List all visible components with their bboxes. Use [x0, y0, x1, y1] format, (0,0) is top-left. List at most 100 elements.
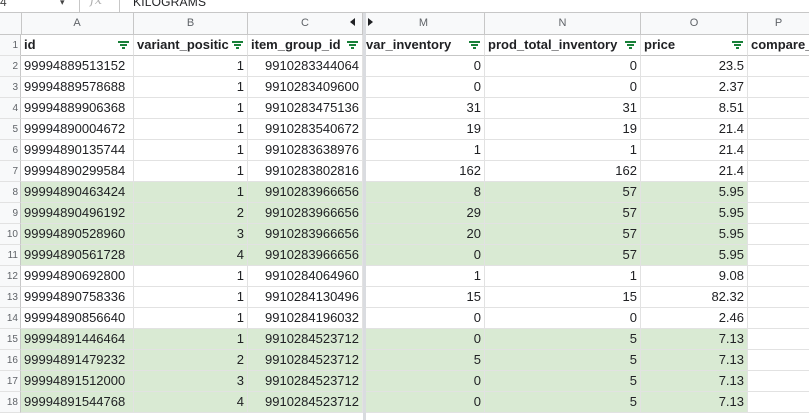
cell-id[interactable]: 99994889578688: [21, 77, 134, 98]
cell-item-group-id[interactable]: 9910284130496: [248, 287, 363, 308]
header-cell-price[interactable]: price: [641, 35, 748, 56]
cell-price[interactable]: 21.4: [641, 119, 748, 140]
cell-var-inventory[interactable]: 1: [363, 266, 485, 287]
cell-var-inventory[interactable]: 0: [363, 56, 485, 77]
cell-id[interactable]: 99994890692800: [21, 266, 134, 287]
cell-compare[interactable]: [748, 224, 809, 245]
cell-var-inventory[interactable]: 0: [363, 77, 485, 98]
cell-price[interactable]: 5.95: [641, 224, 748, 245]
filter-icon[interactable]: [732, 41, 743, 49]
cell-prod-total-inventory[interactable]: 0: [485, 308, 641, 329]
row-number[interactable]: 12: [0, 266, 21, 287]
cell-id[interactable]: 99994890135744: [21, 140, 134, 161]
row-number[interactable]: 13: [0, 287, 21, 308]
row-number[interactable]: 6: [0, 140, 21, 161]
row-number[interactable]: 14: [0, 308, 21, 329]
cell-prod-total-inventory[interactable]: 57: [485, 203, 641, 224]
row-number[interactable]: 18: [0, 392, 21, 413]
column-letter-p[interactable]: P: [748, 13, 809, 34]
cell-var-inventory[interactable]: 0: [363, 392, 485, 413]
cell-var-inventory[interactable]: 0: [363, 371, 485, 392]
row-number[interactable]: 2: [0, 56, 21, 77]
header-cell-item-group-id[interactable]: item_group_id: [248, 35, 363, 56]
cell-compare[interactable]: [748, 287, 809, 308]
row-number[interactable]: 16: [0, 350, 21, 371]
row-number[interactable]: 9: [0, 203, 21, 224]
cell-variant-position[interactable]: 1: [134, 98, 248, 119]
cell-id[interactable]: 99994890496192: [21, 203, 134, 224]
cell-id[interactable]: 99994890463424: [21, 182, 134, 203]
cell-variant-position[interactable]: 4: [134, 245, 248, 266]
expand-right-icon[interactable]: [368, 18, 373, 26]
cell-prod-total-inventory[interactable]: 0: [485, 77, 641, 98]
formula-input[interactable]: KILOGRAMS: [133, 0, 206, 10]
row-number[interactable]: 11: [0, 245, 21, 266]
cell-price[interactable]: 5.95: [641, 182, 748, 203]
cell-compare[interactable]: [748, 182, 809, 203]
column-letter-b[interactable]: B: [134, 13, 248, 34]
cell-price[interactable]: 9.08: [641, 266, 748, 287]
cell-var-inventory[interactable]: 19: [363, 119, 485, 140]
cell-compare[interactable]: [748, 308, 809, 329]
cell-var-inventory[interactable]: 29: [363, 203, 485, 224]
cell-id[interactable]: 99994890758336: [21, 287, 134, 308]
column-letter-a[interactable]: A: [21, 13, 134, 34]
cell-prod-total-inventory[interactable]: 5: [485, 350, 641, 371]
cell-prod-total-inventory[interactable]: 57: [485, 245, 641, 266]
cell-item-group-id[interactable]: 9910284523712: [248, 329, 363, 350]
cell-prod-total-inventory[interactable]: 5: [485, 329, 641, 350]
row-number[interactable]: 1: [0, 35, 21, 56]
cell-prod-total-inventory[interactable]: 0: [485, 56, 641, 77]
cell-variant-position[interactable]: 2: [134, 350, 248, 371]
cell-variant-position[interactable]: 1: [134, 329, 248, 350]
cell-price[interactable]: 23.5: [641, 56, 748, 77]
header-cell-id[interactable]: id: [21, 35, 134, 56]
cell-compare[interactable]: [748, 98, 809, 119]
cell-variant-position[interactable]: 3: [134, 371, 248, 392]
cell-price[interactable]: 21.4: [641, 161, 748, 182]
filter-icon[interactable]: [118, 41, 129, 49]
header-cell-variant-position[interactable]: variant_positic: [134, 35, 248, 56]
select-all-corner[interactable]: [0, 13, 22, 34]
header-cell-var-inventory[interactable]: var_inventory: [363, 35, 485, 56]
cell-item-group-id[interactable]: 9910283344064: [248, 56, 363, 77]
cell-item-group-id[interactable]: 9910284064960: [248, 266, 363, 287]
cell-item-group-id[interactable]: 9910283966656: [248, 182, 363, 203]
cell-item-group-id[interactable]: 9910283966656: [248, 203, 363, 224]
cell-variant-position[interactable]: 1: [134, 77, 248, 98]
cell-id[interactable]: 99994891512000: [21, 371, 134, 392]
cell-id[interactable]: 99994891446464: [21, 329, 134, 350]
header-cell-prod-total-inventory[interactable]: prod_total_inventory: [485, 35, 641, 56]
cell-prod-total-inventory[interactable]: 5: [485, 392, 641, 413]
column-letter-m[interactable]: M: [363, 13, 485, 34]
row-number[interactable]: 3: [0, 77, 21, 98]
cell-variant-position[interactable]: 1: [134, 119, 248, 140]
filter-icon[interactable]: [347, 41, 358, 49]
cell-prod-total-inventory[interactable]: 1: [485, 140, 641, 161]
cell-price[interactable]: 7.13: [641, 371, 748, 392]
cell-price[interactable]: 21.4: [641, 140, 748, 161]
cell-price[interactable]: 5.95: [641, 245, 748, 266]
cell-price[interactable]: 2.37: [641, 77, 748, 98]
cell-compare[interactable]: [748, 77, 809, 98]
cell-variant-position[interactable]: 1: [134, 182, 248, 203]
cell-item-group-id[interactable]: 9910283638976: [248, 140, 363, 161]
cell-id[interactable]: 99994890299584: [21, 161, 134, 182]
cell-compare[interactable]: [748, 140, 809, 161]
row-number[interactable]: 15: [0, 329, 21, 350]
row-number[interactable]: 7: [0, 161, 21, 182]
cell-item-group-id[interactable]: 9910283966656: [248, 245, 363, 266]
cell-price[interactable]: 2.46: [641, 308, 748, 329]
cell-item-group-id[interactable]: 9910283475136: [248, 98, 363, 119]
cell-item-group-id[interactable]: 9910284523712: [248, 371, 363, 392]
cell-item-group-id[interactable]: 9910283540672: [248, 119, 363, 140]
cell-variant-position[interactable]: 1: [134, 161, 248, 182]
cell-compare[interactable]: [748, 203, 809, 224]
cell-var-inventory[interactable]: 8: [363, 182, 485, 203]
cell-item-group-id[interactable]: 9910284523712: [248, 350, 363, 371]
cell-prod-total-inventory[interactable]: 15: [485, 287, 641, 308]
cell-var-inventory[interactable]: 0: [363, 308, 485, 329]
cell-prod-total-inventory[interactable]: 57: [485, 224, 641, 245]
cell-var-inventory[interactable]: 20: [363, 224, 485, 245]
chevron-down-icon[interactable]: ▾: [60, 0, 65, 10]
